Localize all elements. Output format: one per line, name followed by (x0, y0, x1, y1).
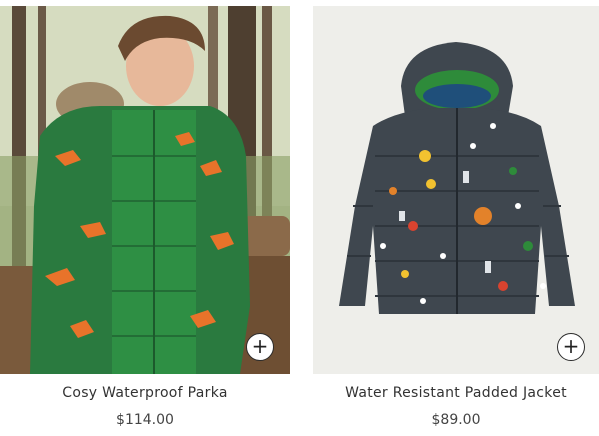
product-price: $89.00 (431, 412, 481, 428)
product-title[interactable]: Water Resistant Padded Jacket (313, 385, 599, 401)
product-image-parka[interactable] (0, 6, 290, 374)
product-price: $114.00 (116, 412, 174, 428)
product-card-cosy-waterproof-parka[interactable]: + Cosy Waterproof Parka $114.00 (0, 0, 290, 436)
plus-icon: + (562, 334, 580, 358)
add-to-bag-button[interactable]: + (246, 333, 274, 361)
product-grid: + Cosy Waterproof Parka $114.00 + Water … (0, 0, 599, 436)
plus-icon: + (251, 334, 269, 358)
product-card-water-resistant-padded-jacket[interactable]: + Water Resistant Padded Jacket $89.00 (313, 0, 599, 436)
product-image-padded-jacket[interactable] (313, 6, 599, 374)
product-title[interactable]: Cosy Waterproof Parka (0, 385, 290, 401)
add-to-bag-button[interactable]: + (557, 333, 585, 361)
